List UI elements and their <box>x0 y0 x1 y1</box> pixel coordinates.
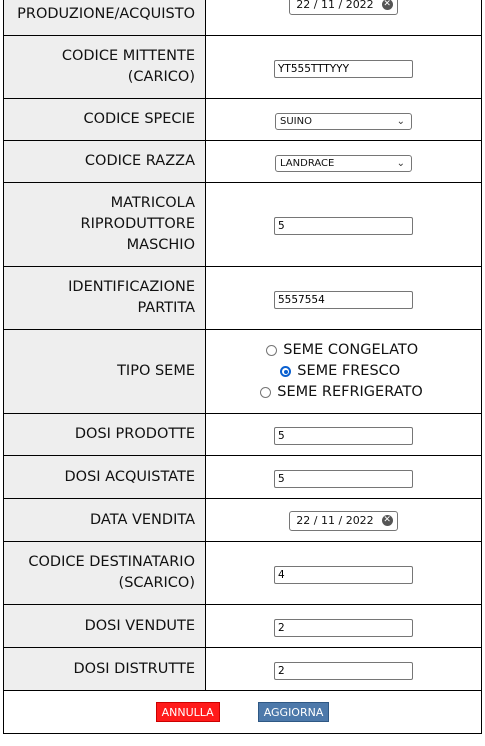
row-dosi-vendute: DOSI VENDUTE <box>3 604 482 648</box>
label-codice-specie: CODICE SPECIE <box>3 98 206 141</box>
row-matricola: MATRICOLA RIPRODUTTORE MASCHIO <box>3 182 482 267</box>
dosi-prodotte-input[interactable] <box>274 427 413 445</box>
radio-icon[interactable] <box>280 366 292 377</box>
clear-icon[interactable]: ✕ <box>381 0 393 10</box>
clear-icon[interactable]: ✕ <box>381 515 393 527</box>
radio-icon[interactable] <box>260 387 272 398</box>
row-codice-mittente: CODICE MITTENTE (CARICO) <box>3 35 482 99</box>
row-dosi-prodotte: DOSI PRODOTTE <box>3 413 482 456</box>
row-data-vendita: DATA VENDITA 22 / 11 / 2022 ✕ <box>3 498 482 542</box>
row-produzione: PRODUZIONE/ACQUISTO 22 / 11 / 2022 ✕ <box>3 0 482 36</box>
tipo-seme-radio-group: SEME CONGELATO SEME FRESCO SEME REFRIGER… <box>260 340 423 403</box>
label-codice-razza: CODICE RAZZA <box>3 140 206 183</box>
codice-razza-select[interactable]: LANDRACE ⌄ <box>275 155 412 172</box>
label-matricola: MATRICOLA RIPRODUTTORE MASCHIO <box>3 182 206 267</box>
label-identificazione: IDENTIFICAZIONE PARTITA <box>3 266 206 330</box>
label-dosi-acquistate: DOSI ACQUISTATE <box>3 455 206 499</box>
codice-destinatario-input[interactable] <box>274 565 413 584</box>
row-buttons: ANNULLA AGGIORNA <box>3 690 482 734</box>
row-dosi-distrutte: DOSI DISTRUTTE <box>3 647 482 691</box>
row-tipo-seme: TIPO SEME SEME CONGELATO SEME FRESCO SEM… <box>3 329 482 414</box>
chevron-down-icon: ⌄ <box>396 158 405 169</box>
data-vendita-date-input[interactable]: 22 / 11 / 2022 ✕ <box>289 510 398 531</box>
row-identificazione: IDENTIFICAZIONE PARTITA <box>3 266 482 330</box>
row-codice-razza: CODICE RAZZA LANDRACE ⌄ <box>3 140 482 183</box>
radio-seme-refrigerato[interactable]: SEME REFRIGERATO <box>260 382 423 403</box>
radio-seme-congelato[interactable]: SEME CONGELATO <box>266 340 423 361</box>
label-tipo-seme: TIPO SEME <box>3 329 206 414</box>
chevron-down-icon: ⌄ <box>396 116 405 127</box>
identificazione-input[interactable] <box>274 290 413 309</box>
row-codice-specie: CODICE SPECIE SUINO ⌄ <box>3 98 482 141</box>
radio-seme-fresco[interactable]: SEME FRESCO <box>280 361 423 382</box>
row-codice-destinatario: CODICE DESTINATARIO (SCARICO) <box>3 541 482 605</box>
form-table: PRODUZIONE/ACQUISTO 22 / 11 / 2022 ✕ COD… <box>3 0 482 734</box>
matricola-input[interactable] <box>274 217 413 235</box>
label-dosi-prodotte: DOSI PRODOTTE <box>3 413 206 456</box>
aggiorna-button[interactable]: AGGIORNA <box>257 702 330 723</box>
codice-mittente-input[interactable] <box>274 59 413 78</box>
dosi-vendute-input[interactable] <box>274 618 413 637</box>
button-bar: ANNULLA AGGIORNA <box>3 690 482 734</box>
dosi-acquistate-input[interactable] <box>274 469 413 488</box>
annulla-button[interactable]: ANNULLA <box>155 702 220 723</box>
label-codice-mittente: CODICE MITTENTE (CARICO) <box>3 35 206 99</box>
label-dosi-vendute: DOSI VENDUTE <box>3 604 206 648</box>
codice-specie-select[interactable]: SUINO ⌄ <box>275 113 412 130</box>
label-produzione: PRODUZIONE/ACQUISTO <box>3 0 206 36</box>
dosi-distrutte-input[interactable] <box>274 661 413 680</box>
radio-icon[interactable] <box>266 345 278 356</box>
row-dosi-acquistate: DOSI ACQUISTATE <box>3 455 482 499</box>
produzione-date-input[interactable]: 22 / 11 / 2022 ✕ <box>289 0 398 15</box>
label-dosi-distrutte: DOSI DISTRUTTE <box>3 647 206 691</box>
label-codice-destinatario: CODICE DESTINATARIO (SCARICO) <box>3 541 206 605</box>
label-data-vendita: DATA VENDITA <box>3 498 206 542</box>
